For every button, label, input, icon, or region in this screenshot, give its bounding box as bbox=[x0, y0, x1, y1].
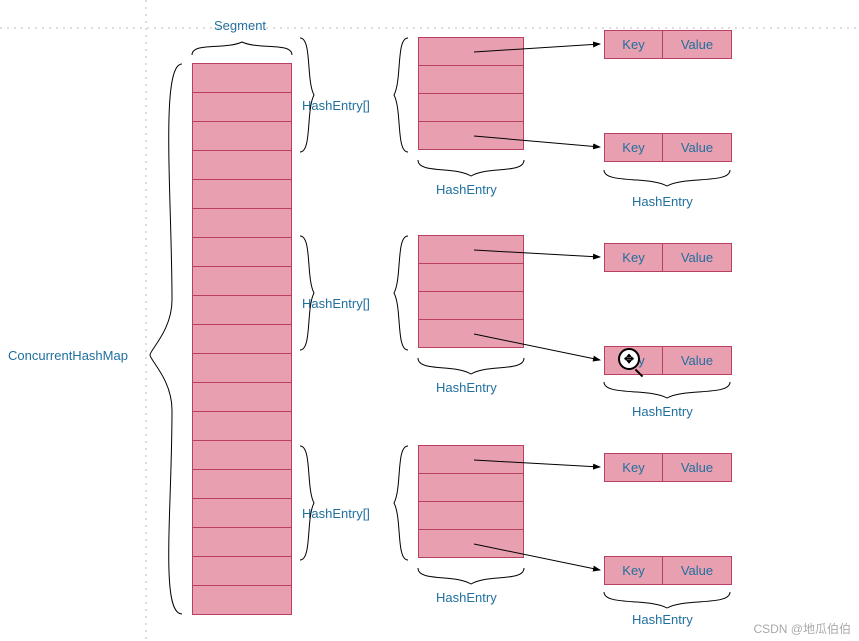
segment-cell bbox=[192, 179, 292, 209]
hash-entry-array-label: HashEntry[] bbox=[302, 506, 370, 521]
segment-cell bbox=[192, 237, 292, 267]
key-cell: Key bbox=[605, 244, 663, 271]
value-cell: Value bbox=[663, 454, 731, 481]
key-cell: Key bbox=[605, 31, 663, 58]
segment-cell bbox=[192, 411, 292, 441]
key-value-node: Key Value bbox=[604, 133, 732, 162]
segment-label: Segment bbox=[214, 18, 266, 33]
hash-entry-cell bbox=[418, 529, 524, 558]
hash-entry-array bbox=[418, 236, 524, 348]
segment-cell bbox=[192, 295, 292, 325]
segment-cell bbox=[192, 92, 292, 122]
hash-entry-array bbox=[418, 446, 524, 558]
hash-entry-cell bbox=[418, 501, 524, 530]
segment-cell bbox=[192, 527, 292, 557]
segment-cell bbox=[192, 208, 292, 238]
hash-entry-cell bbox=[418, 37, 524, 66]
segment-cell bbox=[192, 556, 292, 586]
key-value-node: Key Value bbox=[604, 30, 732, 59]
value-cell: Value bbox=[663, 557, 731, 584]
hash-entry-array bbox=[418, 38, 524, 150]
key-value-node: Key Value bbox=[604, 243, 732, 272]
hash-entry-label: HashEntry bbox=[436, 182, 497, 197]
hash-entry-array-label: HashEntry[] bbox=[302, 98, 370, 113]
key-cell: Key bbox=[605, 134, 663, 161]
hash-entry-cell bbox=[418, 263, 524, 292]
segment-cell bbox=[192, 266, 292, 296]
key-value-node: Key Value bbox=[604, 453, 732, 482]
hash-entry-cell bbox=[418, 445, 524, 474]
value-cell: Value bbox=[663, 244, 731, 271]
value-cell: Value bbox=[663, 347, 731, 374]
value-cell: Value bbox=[663, 31, 731, 58]
key-value-node: Key Value bbox=[604, 556, 732, 585]
concurrent-hashmap-label: ConcurrentHashMap bbox=[8, 348, 128, 363]
hash-entry-cell bbox=[418, 319, 524, 348]
magnifier-cursor-icon: ✥ bbox=[618, 348, 640, 370]
segment-cell bbox=[192, 324, 292, 354]
hash-entry-label: HashEntry bbox=[632, 404, 693, 419]
segment-cell bbox=[192, 498, 292, 528]
hash-entry-label: HashEntry bbox=[632, 612, 693, 627]
hash-entry-label: HashEntry bbox=[632, 194, 693, 209]
hash-entry-cell bbox=[418, 291, 524, 320]
value-cell: Value bbox=[663, 134, 731, 161]
hash-entry-cell bbox=[418, 473, 524, 502]
segment-cell bbox=[192, 121, 292, 151]
segment-cell bbox=[192, 353, 292, 383]
segment-cell bbox=[192, 585, 292, 615]
hash-entry-array-label: HashEntry[] bbox=[302, 296, 370, 311]
key-cell: Key bbox=[605, 454, 663, 481]
hash-entry-cell bbox=[418, 65, 524, 94]
segment-cell bbox=[192, 63, 292, 93]
watermark-text: CSDN @地瓜伯伯 bbox=[753, 620, 851, 637]
segment-array bbox=[192, 64, 292, 615]
segment-cell bbox=[192, 469, 292, 499]
hash-entry-cell bbox=[418, 235, 524, 264]
segment-cell bbox=[192, 150, 292, 180]
segment-cell bbox=[192, 440, 292, 470]
key-cell: Key bbox=[605, 557, 663, 584]
segment-cell bbox=[192, 382, 292, 412]
hash-entry-label: HashEntry bbox=[436, 380, 497, 395]
hash-entry-label: HashEntry bbox=[436, 590, 497, 605]
hash-entry-cell bbox=[418, 93, 524, 122]
hash-entry-cell bbox=[418, 121, 524, 150]
